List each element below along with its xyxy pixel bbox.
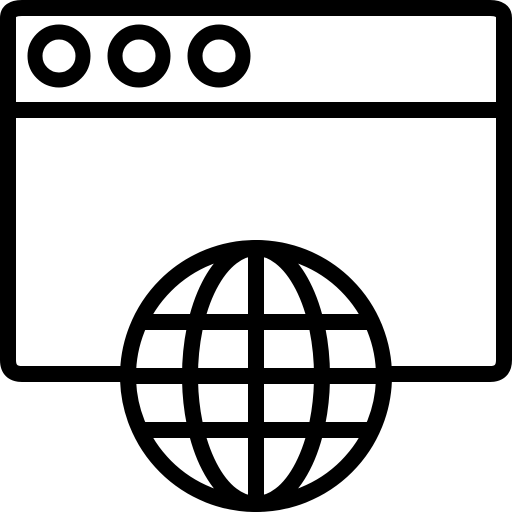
icon-canvas [0,0,512,512]
window-controls [27,24,251,88]
web-browser-globe-icon [0,0,512,512]
window-control-dot-icon [27,24,91,88]
window-control-dot-icon [187,24,251,88]
globe-icon [120,240,392,512]
window-control-dot-icon [107,24,171,88]
